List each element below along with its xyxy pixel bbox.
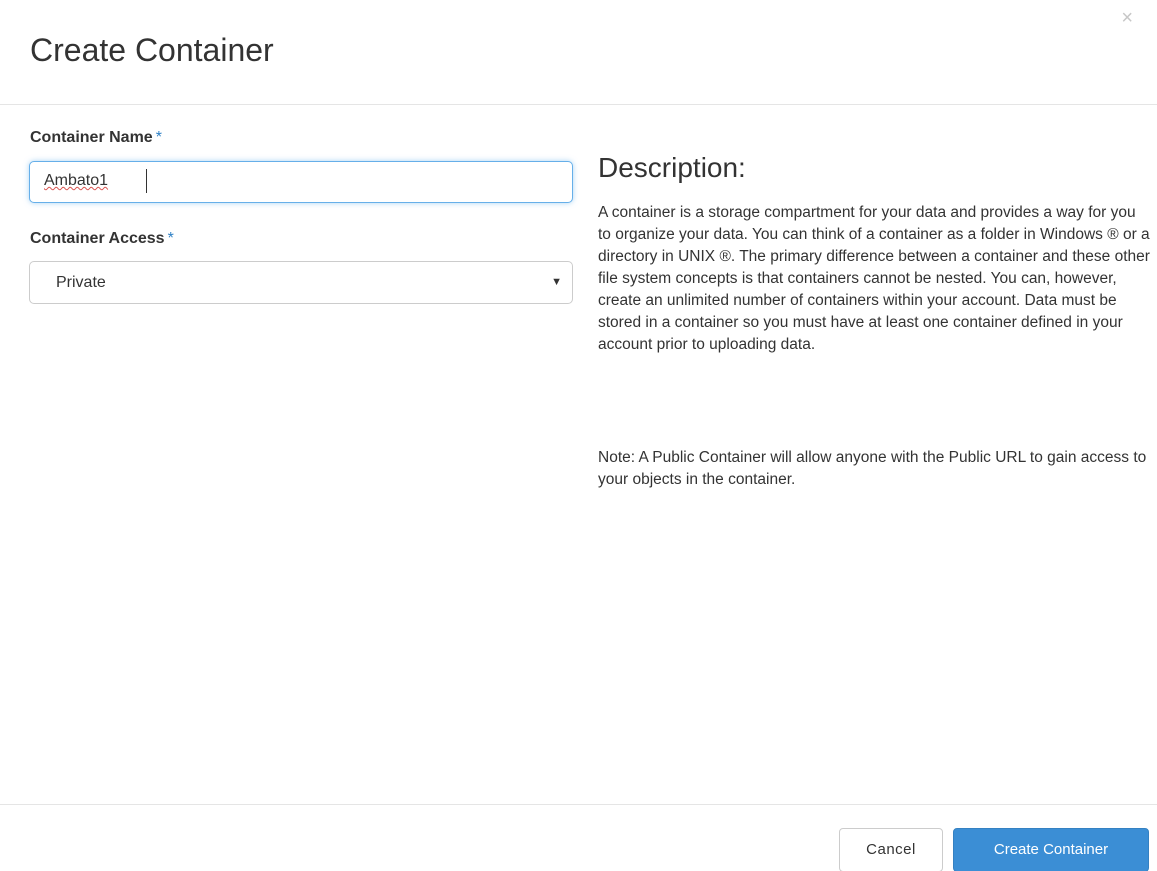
description-note: Note: A Public Container will allow anyo… (598, 449, 1147, 488)
create-container-dialog: Create Container × Container Name * Ambat… (0, 0, 1157, 871)
container-name-input[interactable] (29, 161, 573, 203)
create-container-button[interactable]: Create Container (953, 828, 1149, 871)
description-body: A container is a storage compartment for… (598, 204, 1150, 353)
cancel-button[interactable]: Cancel (839, 828, 943, 871)
container-name-label-text: Container Name (30, 129, 153, 146)
required-marker: * (167, 230, 174, 247)
required-marker: * (155, 129, 162, 146)
container-access-label-text: Container Access (30, 230, 165, 247)
container-access-label: Container Access * (30, 230, 174, 248)
caret-down-icon: ▼ (551, 276, 562, 288)
dialog-header: Create Container × (0, 0, 1157, 105)
dialog-footer: Cancel Create Container (0, 804, 1157, 871)
container-access-select[interactable]: Private ▼ (29, 261, 573, 304)
container-name-label: Container Name * (30, 129, 162, 147)
description-heading: Description: (598, 152, 746, 183)
close-icon[interactable]: × (1121, 8, 1133, 28)
container-access-selected-value: Private (56, 274, 106, 291)
dialog-title: Create Container (30, 32, 274, 68)
